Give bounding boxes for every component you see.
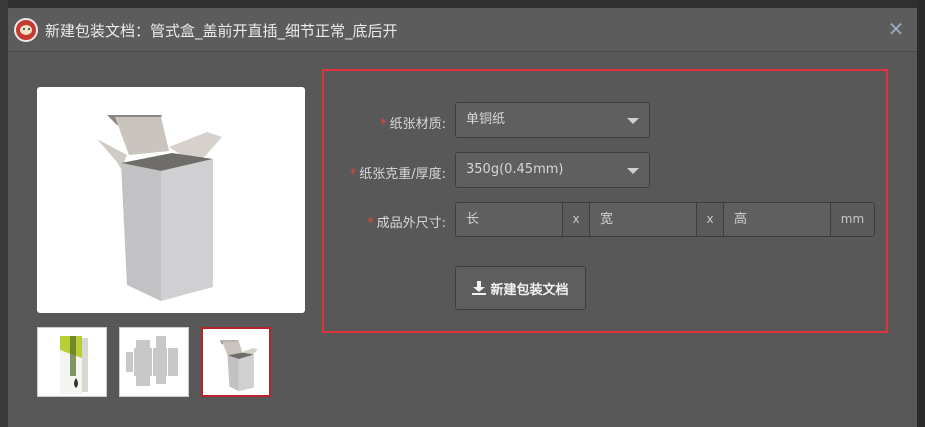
size-input-group: x x mm: [455, 202, 875, 237]
height-input[interactable]: [724, 203, 830, 236]
thumbnail-3d-box[interactable]: [201, 327, 271, 397]
thumbnail-print[interactable]: [37, 327, 107, 397]
size-separator: x: [696, 203, 724, 236]
form-highlight-box: * 纸张材质: 单铜纸 * 纸张克重/厚度: 350g(0.45mm) * 成品外尺寸…: [322, 69, 888, 333]
chevron-down-icon: [627, 118, 639, 124]
create-document-button[interactable]: 新建包装文档: [455, 266, 586, 310]
weight-select[interactable]: 350g(0.45mm): [455, 152, 650, 188]
width-input[interactable]: [590, 203, 696, 236]
background-scrollbar: [917, 0, 925, 427]
unit-label: mm: [830, 203, 874, 236]
new-package-dialog: 新建包装文档：管式盒_盖前开直插_细节正常_底后开 ✕ * 纸张材质: 单铜纸 …: [8, 8, 917, 427]
create-button-label: 新建包装文档: [490, 282, 569, 298]
weight-label: * 纸张克重/厚度:: [349, 167, 446, 182]
chevron-down-icon: [627, 168, 639, 174]
material-label: * 纸张材质:: [380, 117, 446, 132]
size-separator: x: [562, 203, 590, 236]
background-window: [0, 0, 8, 427]
dialog-titlebar: 新建包装文档：管式盒_盖前开直插_细节正常_底后开 ✕: [8, 8, 917, 52]
length-input[interactable]: [456, 203, 562, 236]
close-icon[interactable]: ✕: [885, 18, 907, 40]
download-icon: [472, 281, 487, 295]
thumbnail-dieline[interactable]: [119, 327, 189, 397]
dialog-title: 新建包装文档：管式盒_盖前开直插_细节正常_底后开: [45, 22, 398, 40]
size-label: * 成品外尺寸:: [367, 216, 446, 231]
box-preview-image: [37, 87, 305, 313]
monkey-logo-icon: [14, 18, 38, 42]
material-select[interactable]: 单铜纸: [455, 102, 650, 138]
